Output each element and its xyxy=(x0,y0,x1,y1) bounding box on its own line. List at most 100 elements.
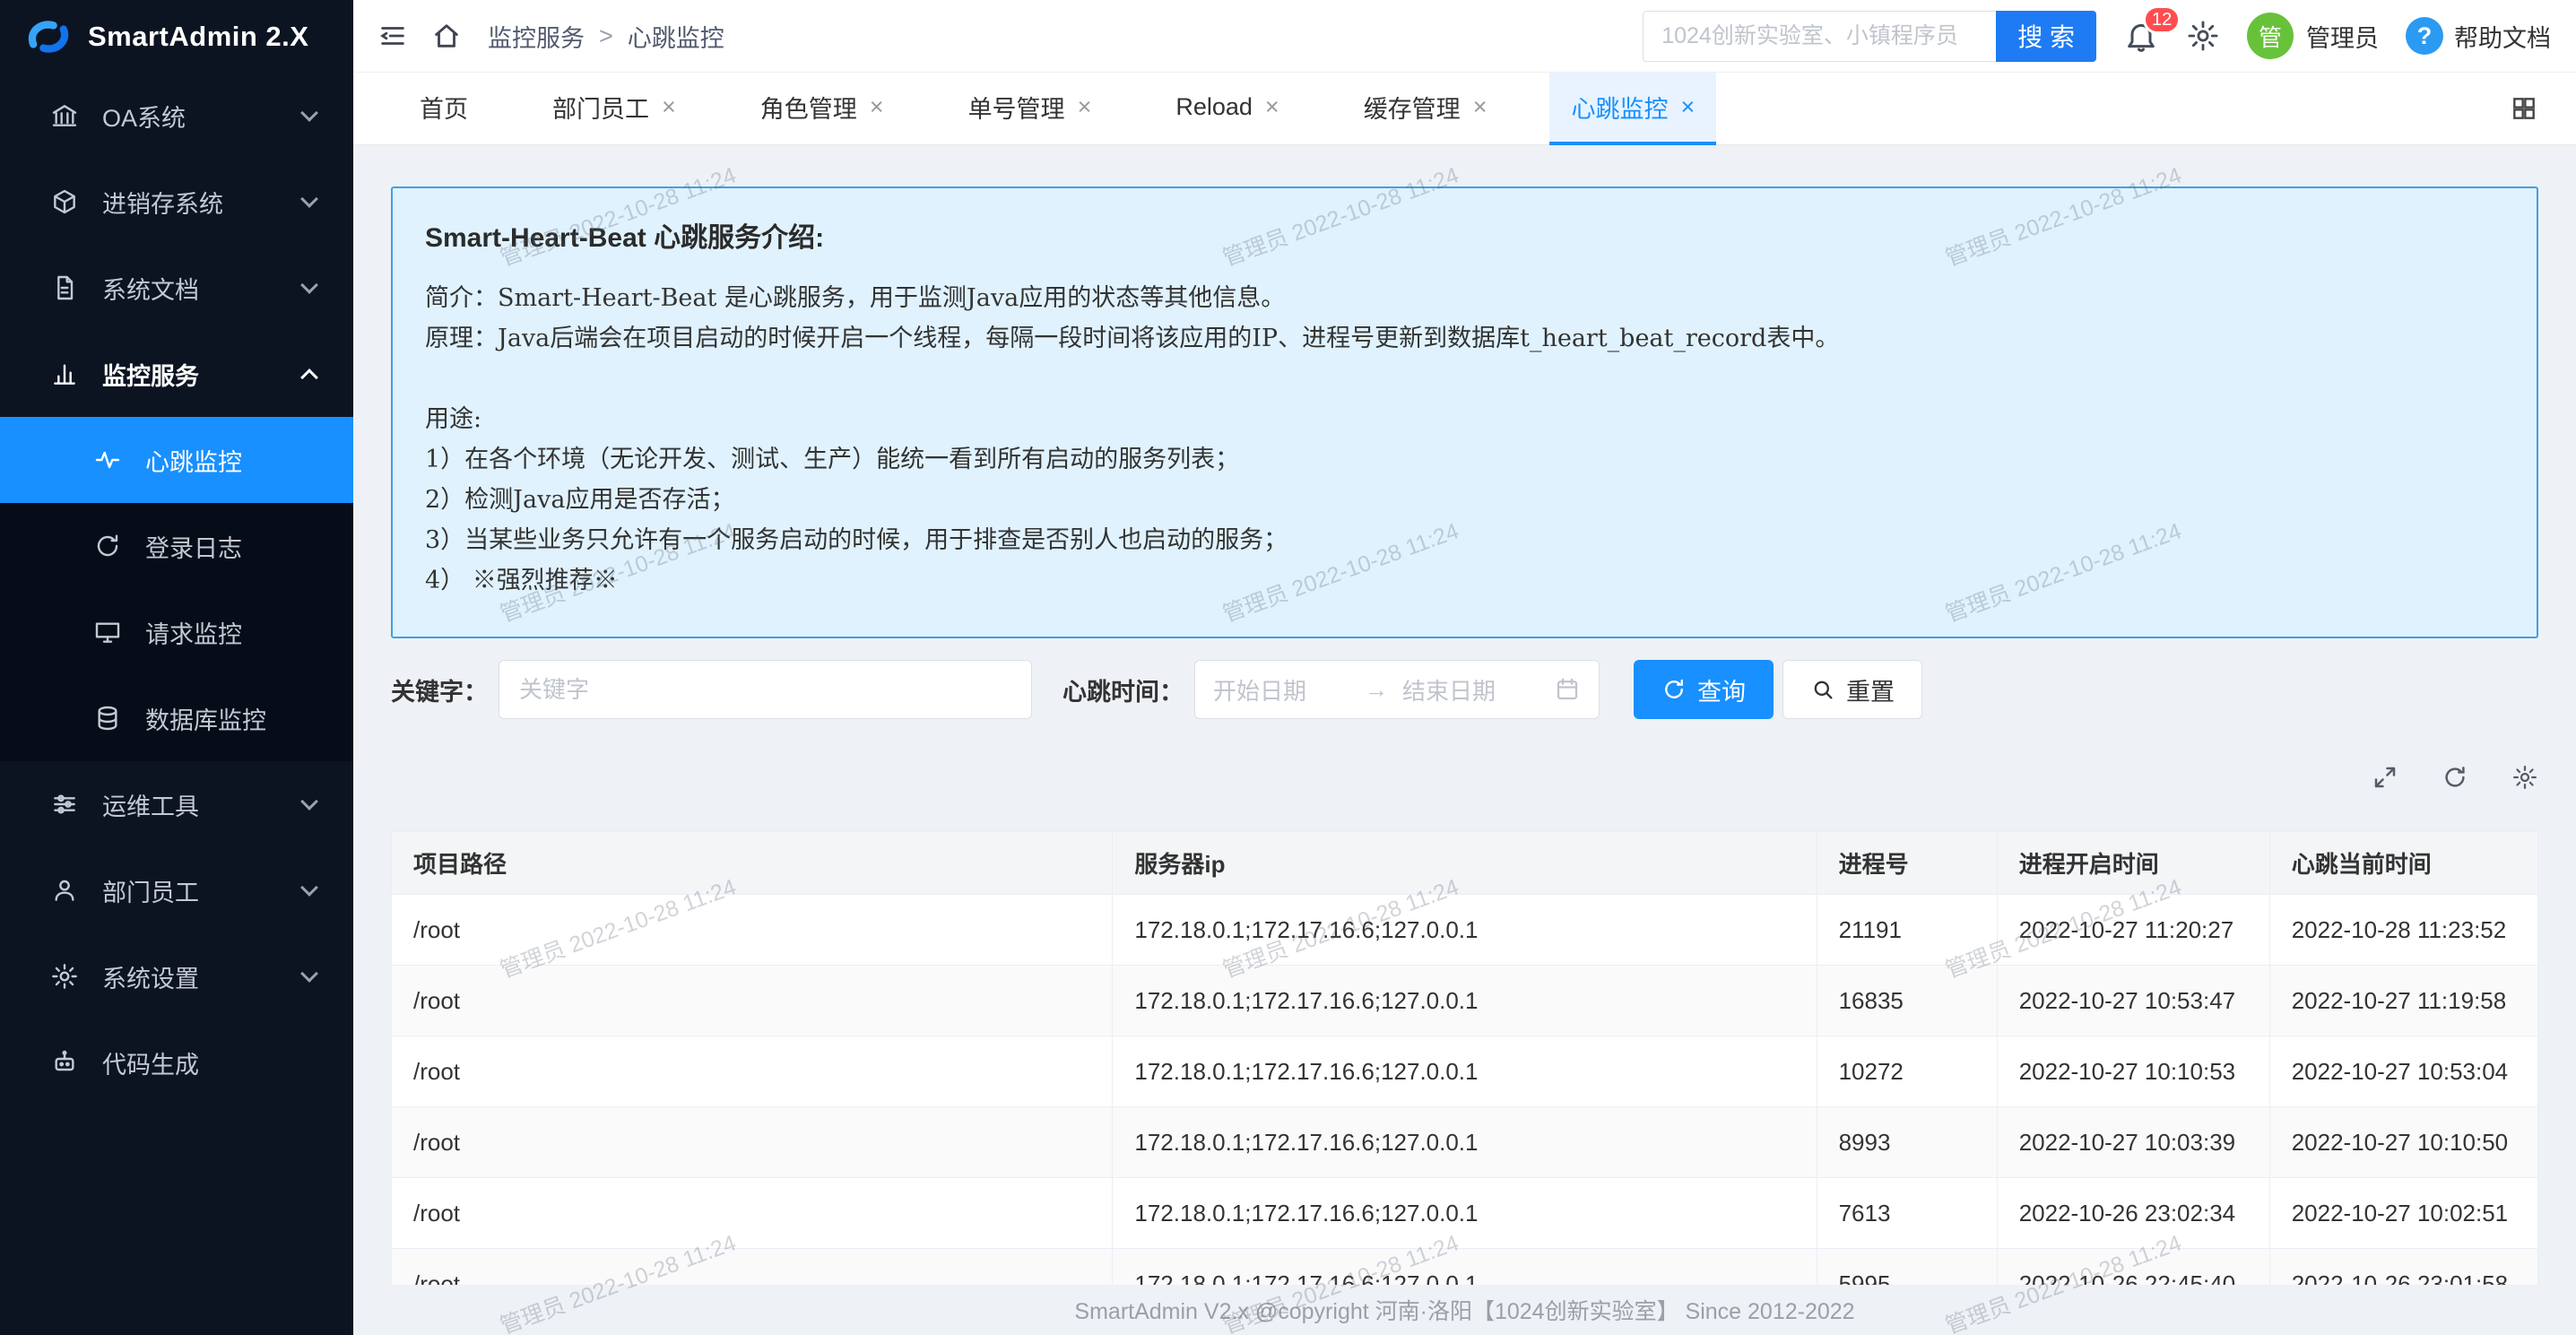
cell-server-ip: 172.18.0.1;172.17.16.6;127.0.0.1 xyxy=(1113,966,1817,1036)
heartbeat-time-label: 心跳时间： xyxy=(1062,672,1184,707)
notification-bell-icon[interactable]: 12 xyxy=(2123,18,2159,54)
tab-cache-management[interactable]: 缓存管理 × xyxy=(1342,73,1509,145)
sidebar-item-label: 代码生成 xyxy=(102,1045,316,1080)
fullscreen-icon[interactable] xyxy=(2372,764,2398,791)
cell-process-id: 7613 xyxy=(1817,1178,1997,1249)
breadcrumb: 监控服务 > 心跳监控 xyxy=(488,19,724,54)
cell-project-path: /root xyxy=(392,966,1113,1036)
query-button[interactable]: 查询 xyxy=(1634,660,1774,719)
copyright-footer: SmartAdmin V2.x @copyright 河南·洛阳【1024创新实… xyxy=(353,1285,2576,1335)
tab-home[interactable]: 首页 xyxy=(398,73,490,145)
breadcrumb-item[interactable]: 监控服务 xyxy=(488,19,585,54)
settings-gear-icon[interactable] xyxy=(2186,19,2220,53)
gear-icon xyxy=(50,962,79,991)
cell-process-start-time: 2022-10-27 10:03:39 xyxy=(1997,1107,2269,1178)
close-icon[interactable]: × xyxy=(662,93,676,121)
tab-label: 部门员工 xyxy=(552,90,649,125)
monitor-chart-icon xyxy=(50,360,79,388)
sidebar-item-system-settings[interactable]: 系统设置 xyxy=(0,933,353,1019)
search-input[interactable] xyxy=(1643,11,1996,62)
close-icon[interactable]: × xyxy=(1473,93,1487,121)
column-header: 心跳当前时间 xyxy=(2269,832,2537,895)
tab-order-management[interactable]: 单号管理 × xyxy=(947,73,1114,145)
chevron-down-icon xyxy=(300,965,318,983)
sidebar-item-department-staff[interactable]: 部门员工 xyxy=(0,847,353,933)
close-icon[interactable]: × xyxy=(1680,93,1695,121)
tab-heartbeat-monitor[interactable]: 心跳监控 × xyxy=(1549,73,1716,145)
refresh-icon[interactable] xyxy=(2442,764,2468,791)
cell-project-path: /root xyxy=(392,895,1113,966)
home-icon[interactable] xyxy=(427,16,466,56)
close-icon[interactable]: × xyxy=(1078,93,1092,121)
keyword-input[interactable] xyxy=(499,660,1032,719)
cell-project-path: /root xyxy=(392,1036,1113,1107)
search-button[interactable]: 搜 索 xyxy=(1996,11,2096,62)
app-title: SmartAdmin 2.X xyxy=(88,21,308,53)
refresh-icon xyxy=(1661,677,1687,702)
table-row[interactable]: /root 172.18.0.1;172.17.16.6;127.0.0.1 1… xyxy=(392,966,2538,1036)
app-window: SmartAdmin 2.X OA系统 进销存系统 系统文档 监控服务 xyxy=(0,0,2576,1335)
tab-role-management[interactable]: 角色管理 × xyxy=(739,73,906,145)
sidebar-item-heartbeat-monitor[interactable]: 心跳监控 xyxy=(0,417,353,503)
chevron-down-icon xyxy=(300,190,318,208)
close-icon[interactable]: × xyxy=(870,93,884,121)
tab-department-staff[interactable]: 部门员工 × xyxy=(531,73,698,145)
sidebar-item-label: 心跳监控 xyxy=(145,443,353,478)
cell-project-path: /root xyxy=(392,1107,1113,1178)
table-row[interactable]: /root 172.18.0.1;172.17.16.6;127.0.0.1 1… xyxy=(392,1036,2538,1107)
team-icon xyxy=(50,876,79,905)
sidebar-item-request-monitor[interactable]: 请求监控 xyxy=(0,589,353,675)
date-range-arrow: → xyxy=(1365,676,1388,704)
notification-badge: 12 xyxy=(2143,5,2181,34)
sidebar-item-label: 请求监控 xyxy=(145,615,353,650)
cell-heartbeat-time: 2022-10-27 10:53:04 xyxy=(2269,1036,2537,1107)
tab-reload[interactable]: Reload × xyxy=(1154,73,1300,145)
column-settings-gear-icon[interactable] xyxy=(2511,764,2538,791)
app-logo[interactable]: SmartAdmin 2.X xyxy=(0,0,353,73)
cell-server-ip: 172.18.0.1;172.17.16.6;127.0.0.1 xyxy=(1113,895,1817,966)
date-range-picker[interactable]: 开始日期 → 结束日期 xyxy=(1194,660,1600,719)
sidebar-item-oa-system[interactable]: OA系统 xyxy=(0,73,353,159)
cell-server-ip: 172.18.0.1;172.17.16.6;127.0.0.1 xyxy=(1113,1178,1817,1249)
topbar: 监控服务 > 心跳监控 搜 索 12 管 管理员 xyxy=(353,0,2576,73)
cell-heartbeat-time: 2022-10-27 11:19:58 xyxy=(2269,966,2537,1036)
user-menu[interactable]: 管 管理员 xyxy=(2247,13,2379,59)
reset-button[interactable]: 重置 xyxy=(1782,660,1922,719)
sidebar-item-login-log[interactable]: 登录日志 xyxy=(0,503,353,589)
document-icon xyxy=(50,273,79,302)
sidebar-nav: OA系统 进销存系统 系统文档 监控服务 心跳 xyxy=(0,73,353,1335)
cell-process-start-time: 2022-10-27 10:53:47 xyxy=(1997,966,2269,1036)
sidebar-item-system-docs[interactable]: 系统文档 xyxy=(0,245,353,331)
table-row[interactable]: /root 172.18.0.1;172.17.16.6;127.0.0.1 2… xyxy=(392,895,2538,966)
sidebar-item-ops-tools[interactable]: 运维工具 xyxy=(0,761,353,847)
cell-heartbeat-time: 2022-10-27 10:10:50 xyxy=(2269,1107,2537,1178)
chevron-up-icon xyxy=(300,368,318,386)
sidebar-item-code-generator[interactable]: 代码生成 xyxy=(0,1019,353,1105)
sidebar-item-monitor-service[interactable]: 监控服务 xyxy=(0,331,353,417)
end-date-placeholder: 结束日期 xyxy=(1402,673,1540,707)
cell-process-start-time: 2022-10-27 11:20:27 xyxy=(1997,895,2269,966)
cell-process-id: 8993 xyxy=(1817,1107,1997,1178)
help-link[interactable]: ? 帮助文档 xyxy=(2406,17,2551,55)
table-row[interactable]: /root 172.18.0.1;172.17.16.6;127.0.0.1 7… xyxy=(392,1178,2538,1249)
sidebar-item-label: 系统设置 xyxy=(102,959,303,994)
chevron-down-icon xyxy=(300,104,318,122)
question-icon: ? xyxy=(2406,17,2443,55)
request-monitor-icon xyxy=(93,618,122,646)
reset-button-label: 重置 xyxy=(1846,672,1895,707)
table-row[interactable]: /root 172.18.0.1;172.17.16.6;127.0.0.1 8… xyxy=(392,1107,2538,1178)
close-icon[interactable]: × xyxy=(1265,93,1279,121)
tab-options-grid-icon[interactable] xyxy=(2510,94,2538,123)
column-header: 进程开启时间 xyxy=(1997,832,2269,895)
sidebar-item-database-monitor[interactable]: 数据库监控 xyxy=(0,675,353,761)
tab-label: Reload xyxy=(1175,93,1253,121)
user-name: 管理员 xyxy=(2306,19,2379,54)
column-header: 进程号 xyxy=(1817,832,1997,895)
filter-bar: 关键字： 心跳时间： 开始日期 → 结束日期 查询 重置 xyxy=(391,660,2538,719)
breadcrumb-item-current: 心跳监控 xyxy=(628,19,724,54)
menu-collapse-icon[interactable] xyxy=(373,16,412,56)
sidebar-item-label: 数据库监控 xyxy=(145,701,353,736)
help-label: 帮助文档 xyxy=(2454,19,2551,54)
sidebar-item-inventory-system[interactable]: 进销存系统 xyxy=(0,159,353,245)
intro-line: 2）检测Java应用是否存活； xyxy=(425,480,2504,520)
